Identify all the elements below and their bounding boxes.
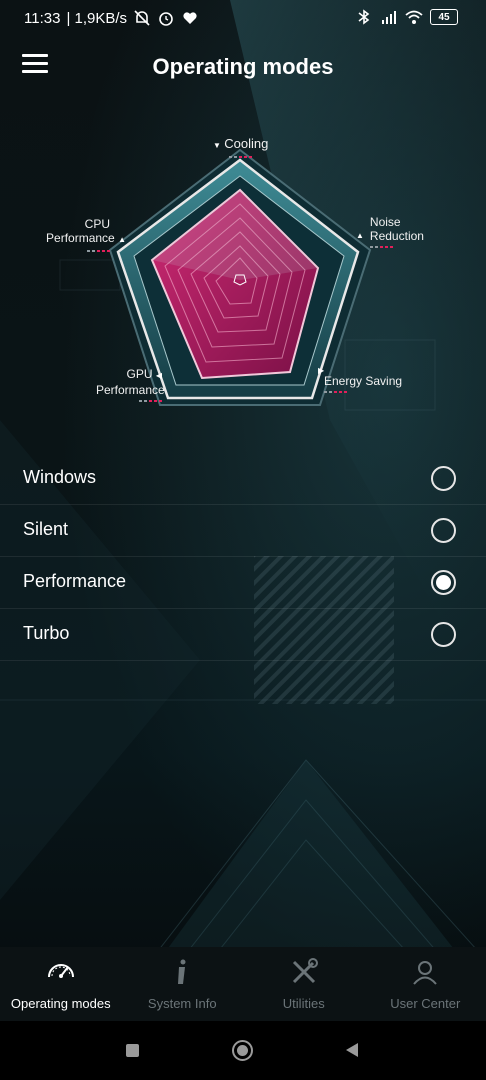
- back-button[interactable]: [344, 1042, 360, 1058]
- arrow-down-icon: ▼: [213, 141, 221, 150]
- battery-indicator: 45: [430, 9, 458, 25]
- network-speed: | 1,9KB/s: [66, 9, 128, 27]
- speedometer-icon: [47, 964, 74, 978]
- arrow-left-icon: ◀: [155, 371, 162, 380]
- noise-reduction-label: ▲ Noise Reduction: [356, 215, 424, 248]
- wifi-icon: [405, 10, 423, 24]
- nav-system-info[interactable]: System Info: [122, 947, 244, 1021]
- mode-label: Silent: [23, 519, 69, 539]
- cooling-label: ▼ Cooling: [213, 137, 268, 158]
- info-icon: [178, 959, 186, 984]
- nav-operating-modes[interactable]: Operating modes: [0, 947, 122, 1021]
- mode-label: Performance: [23, 571, 127, 591]
- energy-level-dots: [324, 391, 402, 393]
- cpu-level-dots: [44, 250, 126, 252]
- nav-user-center[interactable]: User Center: [365, 947, 486, 1021]
- heart-rate-icon: [183, 12, 197, 24]
- clock: 11:33: [24, 9, 61, 27]
- cooling-level-dots: [229, 156, 268, 158]
- screen: 11:33 | 1,9KB/s 45 Operating modes ▼ Coo…: [0, 0, 486, 1080]
- signal-icon: [382, 11, 396, 24]
- nav-utilities[interactable]: Utilities: [243, 947, 365, 1021]
- radio-button[interactable]: [431, 518, 456, 543]
- page-title: Operating modes: [152, 54, 334, 79]
- mode-list: Windows Silent Performance Turbo: [0, 453, 486, 661]
- status-bar: 11:33 | 1,9KB/s 45: [0, 0, 486, 38]
- noise-level-dots: [369, 246, 424, 248]
- cpu-performance-label: CPU Performance ▲: [44, 217, 126, 252]
- mode-label: Windows: [23, 467, 97, 487]
- arrow-up-icon: ▲: [118, 235, 126, 244]
- mode-option-silent[interactable]: Silent: [0, 505, 486, 557]
- alarm-icon: [159, 12, 173, 26]
- energy-saving-label: ▶ Energy Saving: [318, 366, 402, 393]
- gpu-performance-label: GPU ◀ Performance: [96, 367, 165, 402]
- bluetooth-icon: [358, 9, 370, 25]
- system-navigation-bar: [0, 1021, 486, 1080]
- home-button[interactable]: [232, 1040, 253, 1061]
- arrow-right-icon: ▶: [318, 366, 325, 375]
- app-bar: Operating modes: [0, 44, 486, 92]
- mute-alarm-icon: [134, 10, 150, 26]
- arrow-up-icon: ▲: [356, 231, 364, 240]
- radio-button[interactable]: [431, 466, 456, 491]
- radar-pentagon: [108, 148, 372, 406]
- mode-radar-chart: ▼ Cooling ▲ Noise Reduction ▶ Energy Sav…: [0, 130, 486, 430]
- mode-label: Turbo: [23, 623, 70, 643]
- recents-button[interactable]: [126, 1044, 139, 1057]
- user-icon: [413, 961, 438, 985]
- mode-option-performance[interactable]: Performance: [0, 557, 486, 609]
- bottom-navigation: Operating modes System Info Utilities Us…: [0, 947, 486, 1021]
- tools-icon: [292, 958, 318, 984]
- mode-option-turbo[interactable]: Turbo: [0, 609, 486, 661]
- radio-button[interactable]: [431, 622, 456, 647]
- radio-button-selected[interactable]: [431, 570, 456, 595]
- gpu-level-dots: [96, 400, 162, 402]
- mode-option-windows[interactable]: Windows: [0, 453, 486, 505]
